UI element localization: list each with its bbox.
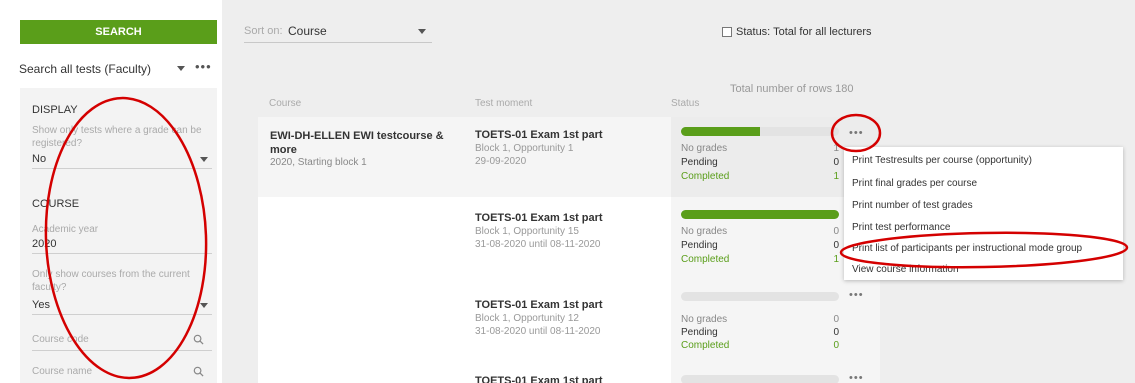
pending-label: Pending [681, 327, 718, 338]
test-title[interactable]: TOETS-01 Exam 1st part [475, 375, 603, 383]
test-date: 31-08-2020 until 08-11-2020 [475, 326, 601, 337]
completed-label: Completed [681, 340, 730, 351]
menu-item-print-number-of-test-grades[interactable]: Print number of test grades [852, 200, 973, 211]
column-header-course[interactable]: Course [269, 98, 301, 109]
table-row[interactable]: TOETS-01 Exam 1st part Block 1, Opportun… [258, 287, 880, 367]
row-actions-icon[interactable]: ••• [849, 372, 864, 383]
menu-item-print-participants-list[interactable]: Print list of participants per instructi… [852, 243, 1082, 254]
completed-count: 1 [833, 254, 839, 265]
test-block: Block 1, Opportunity 1 [475, 143, 574, 154]
total-rows-count: Total number of rows 180 [730, 83, 854, 95]
chevron-down-icon [200, 303, 208, 308]
course-subtitle: 2020, Starting block 1 [270, 157, 367, 168]
no-grades-count: 0 [833, 226, 839, 237]
column-header-test-moment[interactable]: Test moment [475, 98, 532, 109]
row-actions-menu: Print Testresults per course (opportunit… [844, 147, 1123, 280]
menu-item-print-final-grades[interactable]: Print final grades per course [852, 178, 977, 189]
no-grades-count: 0 [833, 314, 839, 325]
test-date: 29-09-2020 [475, 156, 527, 167]
sort-select[interactable]: Course [288, 24, 327, 38]
progress-bar-fill [681, 127, 760, 136]
completed-count: 1 [833, 171, 839, 182]
search-icon[interactable] [193, 334, 204, 345]
tests-filter-value: Search all tests (Faculty) [19, 62, 152, 76]
display-section-title: DISPLAY [32, 104, 78, 116]
column-header-status[interactable]: Status [671, 98, 699, 109]
completed-label: Completed [681, 254, 730, 265]
chevron-down-icon [200, 157, 208, 162]
faculty-filter-label: Only show courses from the current facul… [32, 269, 190, 293]
chevron-down-icon [418, 29, 426, 34]
search-icon[interactable] [193, 366, 204, 377]
no-grades-label: No grades [681, 226, 728, 237]
sort-underline [244, 42, 432, 43]
completed-count: 0 [833, 340, 839, 351]
field-underline [32, 314, 212, 315]
menu-item-print-test-performance[interactable]: Print test performance [852, 222, 950, 233]
progress-bar [681, 210, 839, 219]
pending-count: 0 [833, 157, 839, 168]
field-underline [32, 350, 212, 351]
test-block: Block 1, Opportunity 15 [475, 226, 579, 237]
test-date: 31-08-2020 until 08-11-2020 [475, 239, 601, 250]
status-total-checkbox[interactable]: Status: Total for all lecturers [722, 26, 872, 38]
progress-bar [681, 375, 839, 383]
course-name-input[interactable]: Course name [32, 365, 212, 378]
grade-filter-select[interactable]: No [32, 153, 46, 165]
progress-bar-fill [681, 210, 839, 219]
table-row[interactable]: TOETS-01 Exam 1st part Block 1, Opportun… [258, 197, 880, 287]
filter-panel: DISPLAY Show only tests where a grade ca… [20, 88, 217, 383]
table-row[interactable]: TOETS-01 Exam 1st part ••• [258, 367, 880, 383]
no-grades-label: No grades [681, 314, 728, 325]
pending-count: 0 [833, 327, 839, 338]
pending-label: Pending [681, 157, 718, 168]
test-title[interactable]: TOETS-01 Exam 1st part [475, 129, 603, 141]
checkbox-box[interactable] [722, 27, 732, 37]
test-title[interactable]: TOETS-01 Exam 1st part [475, 212, 603, 224]
course-section-title: COURSE [32, 198, 80, 210]
menu-item-view-course-information[interactable]: View course information [852, 264, 959, 275]
faculty-filter-select[interactable]: Yes [32, 299, 50, 311]
field-underline [32, 253, 212, 254]
tests-filter-select[interactable]: Search all tests (Faculty) ••• [19, 59, 217, 80]
progress-bar [681, 292, 839, 301]
more-options-icon[interactable]: ••• [195, 59, 212, 74]
search-button[interactable]: SEARCH [20, 20, 217, 44]
row-actions-icon[interactable]: ••• [849, 289, 864, 301]
status-cell: No grades 0 Pending 0 Completed 0 ••• [671, 287, 880, 367]
row-actions-icon[interactable]: ••• [849, 127, 864, 139]
academic-year-input[interactable]: 2020 [32, 238, 56, 250]
course-title[interactable]: EWI-DH-ELLEN EWI testcourse & more [270, 129, 460, 157]
menu-item-print-testresults[interactable]: Print Testresults per course (opportunit… [852, 155, 1032, 166]
pending-count: 0 [833, 240, 839, 251]
filter-sidebar: SEARCH Search all tests (Faculty) ••• DI… [0, 0, 222, 383]
progress-bar [681, 127, 839, 136]
status-cell: ••• [671, 367, 880, 383]
field-underline [32, 168, 212, 169]
status-total-label: Status: Total for all lecturers [736, 26, 872, 38]
test-title[interactable]: TOETS-01 Exam 1st part [475, 299, 603, 311]
sort-label: Sort on: [244, 25, 283, 37]
chevron-down-icon [177, 66, 185, 71]
grade-filter-label: Show only tests where a grade can be reg… [32, 125, 202, 149]
no-grades-count: 1 [833, 143, 839, 154]
test-block: Block 1, Opportunity 12 [475, 313, 579, 324]
pending-label: Pending [681, 240, 718, 251]
no-grades-label: No grades [681, 143, 728, 154]
completed-label: Completed [681, 171, 730, 182]
academic-year-label: Academic year [32, 224, 99, 235]
table-row[interactable]: EWI-DH-ELLEN EWI testcourse & more 2020,… [258, 117, 880, 197]
course-code-input[interactable]: Course code [32, 333, 212, 346]
